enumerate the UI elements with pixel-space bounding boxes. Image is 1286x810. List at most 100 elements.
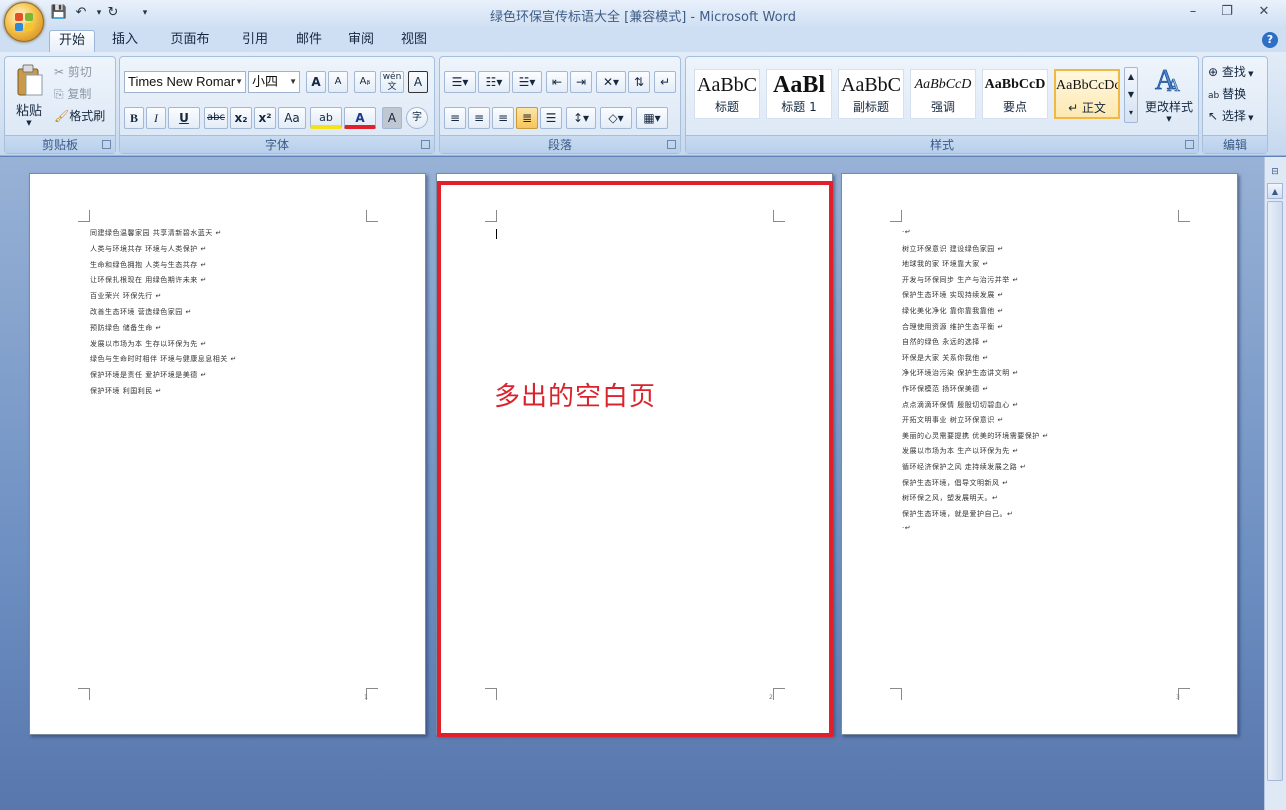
customize-qat-icon[interactable]: ▾: [136, 4, 154, 22]
document-line: 美丽的心灵需要提携 优美的环境需要保护 ↵: [902, 431, 1049, 440]
page-3[interactable]: ·↵ 树立环保意识 建设绿色家园 ↵ 地球我的家 环境靠大家 ↵ 开发与环保同步 生产…: [841, 173, 1238, 735]
line-spacing-button[interactable]: ↕▾: [566, 107, 596, 129]
document-line: 树立环保意识 建设绿色家园 ↵: [902, 244, 1004, 253]
document-line: 树环保之风，塑发展明天。↵: [902, 494, 999, 503]
char-border-button[interactable]: A: [408, 71, 428, 93]
numbering-button[interactable]: ☷▾: [478, 71, 510, 93]
style-emphasis[interactable]: AaBbCcD 强调: [910, 69, 976, 119]
style-heading-1[interactable]: AaBl 标题 1: [766, 69, 832, 119]
redo-icon[interactable]: ↻: [104, 4, 122, 22]
scroll-thumb[interactable]: [1267, 201, 1283, 781]
styles-group: AaBbC 标题 AaBl 标题 1 AaBbC 副标题 AaBbCcD 强调 AaBb…: [685, 56, 1199, 154]
cut-button[interactable]: ✂ 剪切: [53, 61, 113, 83]
format-painter-button[interactable]: 🖌格式刷: [53, 105, 115, 127]
tab-home[interactable]: 开始: [49, 30, 95, 52]
align-center-icon: ≡: [473, 111, 485, 125]
paragraph-launcher-icon[interactable]: [667, 140, 676, 149]
office-button[interactable]: [4, 2, 44, 42]
style-name: 标题: [714, 100, 739, 114]
change-styles-button[interactable]: AA 更改样式 ▼: [1142, 61, 1196, 133]
distributed-button[interactable]: ☰: [540, 107, 562, 129]
align-center-button[interactable]: ≡: [468, 107, 490, 129]
show-marks-button[interactable]: ↵: [654, 71, 676, 93]
paint-bucket-icon: ◇▾: [608, 111, 624, 125]
italic-button[interactable]: I: [146, 107, 166, 129]
change-case-button[interactable]: Aa: [278, 107, 306, 129]
grow-font-button[interactable]: A: [306, 71, 326, 93]
strikethrough-button[interactable]: abc: [204, 107, 228, 129]
shrink-font-button[interactable]: A: [328, 71, 348, 93]
font-name-combo[interactable]: Times New Romar ▼: [124, 71, 246, 93]
restore-button[interactable]: ❐: [1215, 2, 1239, 22]
tab-mailings[interactable]: 邮件: [288, 30, 330, 52]
cursor-icon: ↖: [1208, 109, 1222, 123]
style-normal[interactable]: AaBbCcDc ↵ 正文: [1054, 69, 1120, 119]
font-color-button[interactable]: A: [344, 107, 376, 129]
style-preview: AaBbC: [841, 74, 901, 96]
paste-button[interactable]: 粘贴 ▼: [11, 61, 47, 131]
tab-references[interactable]: 引用: [234, 30, 276, 52]
clear-format-button[interactable]: Aᵦ: [354, 71, 376, 93]
highlight-button[interactable]: ab: [310, 107, 342, 129]
shading-button[interactable]: ◇▾: [600, 107, 632, 129]
justify-button[interactable]: ≣: [516, 107, 538, 129]
crop-mark: [78, 688, 90, 700]
tab-page-layout[interactable]: 页面布局: [158, 30, 222, 67]
paste-label: 粘贴: [15, 104, 42, 119]
asian-layout-icon: ✕▾: [602, 75, 620, 89]
increase-indent-button[interactable]: ⇥: [570, 71, 592, 93]
font-launcher-icon[interactable]: [421, 140, 430, 149]
find-label: 查找: [1221, 65, 1246, 79]
align-left-button[interactable]: ≡: [444, 107, 466, 129]
styles-scroll[interactable]: ▲ ▼ ▾: [1124, 67, 1138, 123]
find-button[interactable]: ⊕ 查找 ▼: [1207, 61, 1267, 83]
enclose-char-button[interactable]: 字: [406, 107, 428, 129]
align-right-button[interactable]: ≡: [492, 107, 514, 129]
style-name: 副标题: [852, 100, 889, 114]
style-subtitle[interactable]: AaBbC 副标题: [838, 69, 904, 119]
vertical-scrollbar[interactable]: ⊟ ▲: [1264, 157, 1286, 810]
tab-insert[interactable]: 插入: [104, 30, 146, 52]
undo-icon[interactable]: ↶: [72, 4, 90, 22]
chevron-up-icon: ▲: [1127, 72, 1135, 81]
font-group: Times New Romar ▼ 小四 ▼ A A Aᵦ wén 文 A B I …: [119, 56, 435, 154]
help-icon[interactable]: ?: [1262, 32, 1278, 48]
align-left-icon: ≡: [449, 111, 461, 125]
style-strong[interactable]: AaBbCcD 要点: [982, 69, 1048, 119]
bold-button[interactable]: B: [124, 107, 144, 129]
pilcrow-icon: ↵: [659, 75, 671, 89]
bullets-button[interactable]: ☰▾: [444, 71, 476, 93]
clipboard-group: 粘贴 ▼ ✂ 剪切 ⎘ 复制 🖌格式刷 剪贴板: [4, 56, 116, 154]
borders-button[interactable]: ▦▾: [636, 107, 668, 129]
superscript-button[interactable]: x²: [254, 107, 276, 129]
styles-launcher-icon[interactable]: [1185, 140, 1194, 149]
style-title[interactable]: AaBbC 标题: [694, 69, 760, 119]
close-button[interactable]: ✕: [1252, 2, 1276, 22]
minimize-button[interactable]: –: [1181, 2, 1205, 22]
copy-button[interactable]: ⎘ 复制: [53, 83, 113, 105]
char-shading-button[interactable]: A: [382, 107, 402, 129]
numbered-list-icon: ☷▾: [485, 75, 503, 89]
asian-layout-button[interactable]: ✕▾: [596, 71, 626, 93]
sort-button[interactable]: ⇅: [628, 71, 650, 93]
ruler-toggle-icon[interactable]: ⊟: [1268, 167, 1282, 181]
phonetic-guide-button[interactable]: wén 文: [380, 71, 404, 93]
font-size-combo[interactable]: 小四 ▼: [248, 71, 300, 93]
multilevel-list-button[interactable]: ☱▾: [512, 71, 542, 93]
tab-review[interactable]: 审阅: [340, 30, 382, 52]
select-button[interactable]: ↖ 选择 ▼: [1207, 105, 1267, 127]
crop-mark: [78, 210, 90, 222]
select-label: 选择: [1221, 109, 1246, 123]
page-1[interactable]: 同建绿色温馨家园 共享清新碧水蓝天 ↵ 人类与环境共存 环境与人类保护 ↵ 生命和绿…: [29, 173, 426, 735]
document-line: 发展以市场为本 生存以环保为先 ↵: [90, 339, 207, 348]
style-preview: AaBbCcDc: [1056, 78, 1118, 93]
scroll-up-icon[interactable]: ▲: [1267, 183, 1283, 199]
subscript-button[interactable]: x₂: [230, 107, 252, 129]
decrease-indent-button[interactable]: ⇤: [546, 71, 568, 93]
save-icon[interactable]: 💾: [50, 4, 68, 22]
replace-button[interactable]: ab 替换: [1207, 83, 1267, 105]
tab-view[interactable]: 视图: [393, 30, 435, 52]
underline-button[interactable]: U: [168, 107, 200, 129]
clipboard-launcher-icon[interactable]: [102, 140, 111, 149]
ribbon: 粘贴 ▼ ✂ 剪切 ⎘ 复制 🖌格式刷 剪贴板 Times New Romar ▼…: [0, 52, 1286, 156]
